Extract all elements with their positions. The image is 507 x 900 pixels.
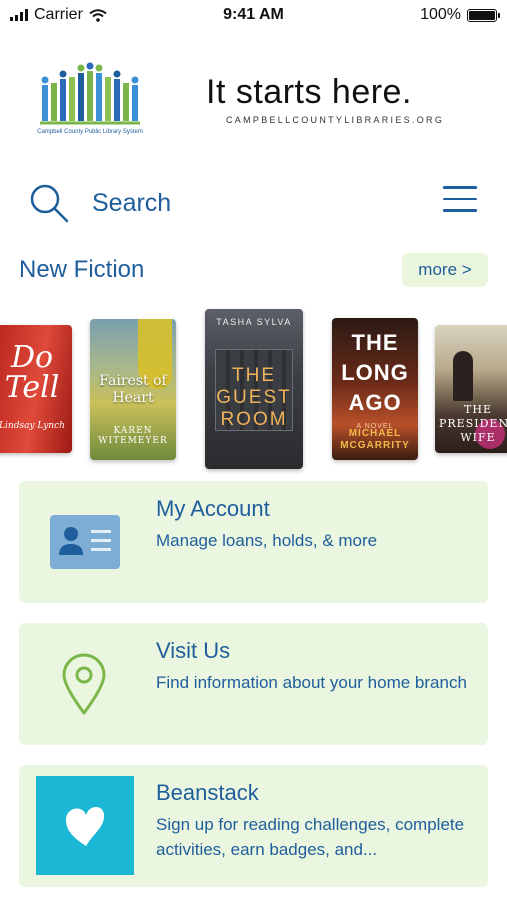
card-title: Beanstack — [156, 780, 259, 805]
section-title: New Fiction — [19, 256, 145, 283]
status-bar: Carrier 9:41 AM 100% — [0, 0, 507, 32]
library-logo-icon — [40, 62, 140, 125]
card-title: My Account — [156, 496, 270, 521]
book-author: Michael McGarrity — [340, 428, 410, 451]
book-title: The Guest Room — [216, 365, 292, 430]
battery-percent: 100% — [420, 6, 461, 23]
library-logo: Campbell County Public Library System — [36, 61, 144, 141]
app-header: Campbell County Public Library System It… — [0, 55, 507, 145]
logo-caption: Campbell County Public Library System — [37, 129, 143, 135]
visit-us-card[interactable]: Visit Us Find information about your hom… — [19, 623, 488, 745]
search-icon — [30, 184, 69, 223]
hamburger-menu-icon[interactable] — [443, 186, 477, 216]
card-description: Find information about your home branch — [156, 673, 467, 692]
search-row: Search — [0, 178, 507, 230]
book-title: The President's Wife — [439, 403, 507, 444]
my-account-card[interactable]: My Account Manage loans, holds, & more — [19, 481, 488, 603]
beanstack-logo-icon — [36, 776, 134, 875]
book-author: Lindsay Lynch — [0, 421, 65, 431]
map-pin-icon — [60, 652, 108, 716]
book-title: Fairest of Heart — [99, 373, 167, 406]
book-cover[interactable]: The President's Wife — [435, 325, 507, 453]
tagline: It starts here. — [206, 73, 412, 111]
book-cover[interactable]: Do Tell Lindsay Lynch — [0, 325, 72, 453]
book-author: Karen Witemeyer — [98, 426, 168, 446]
new-fiction-header: New Fiction more > — [0, 252, 507, 292]
book-title: The Long Ago — [341, 330, 409, 415]
book-author: Tasha Sylva — [216, 317, 292, 327]
website-url: CAMPBELLCOUNTYLIBRARIES.ORG — [226, 115, 445, 125]
book-carousel[interactable]: Do Tell Lindsay Lynch Fairest of Heart K… — [0, 305, 507, 475]
card-title: Visit Us — [156, 638, 231, 663]
id-card-icon — [50, 515, 120, 569]
book-cover[interactable]: Fairest of Heart Karen Witemeyer — [90, 319, 176, 460]
status-right: 100% — [420, 6, 500, 24]
book-cover[interactable]: Tasha Sylva The Guest Room — [205, 309, 303, 469]
card-description: Manage loans, holds, & more — [156, 531, 378, 550]
battery-icon — [467, 8, 500, 22]
search-button[interactable]: Search — [28, 182, 171, 224]
more-button[interactable]: more > — [402, 253, 488, 287]
search-label: Search — [92, 188, 172, 217]
book-cover[interactable]: The Long Ago A NOVEL Michael McGarrity — [332, 318, 418, 460]
beanstack-card[interactable]: Beanstack Sign up for reading challenges… — [19, 765, 488, 887]
card-description: Sign up for reading challenges, complete… — [156, 815, 465, 859]
book-title: Do Tell — [4, 340, 60, 405]
